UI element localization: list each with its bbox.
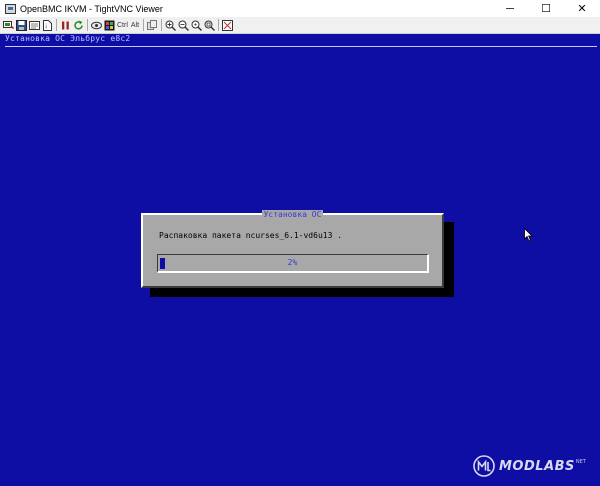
- toolbar-separator: [56, 19, 57, 31]
- remote-desktop-view[interactable]: Установка ОС Эльбрус e8c2 Установка ОС Р…: [0, 34, 600, 486]
- pause-icon[interactable]: [60, 20, 71, 31]
- toolbar-separator: [87, 19, 88, 31]
- toolbar-separator: [161, 19, 163, 31]
- close-button[interactable]: ✕: [564, 0, 600, 17]
- clipboard-icon[interactable]: [147, 19, 158, 31]
- fullscreen-icon[interactable]: [222, 19, 234, 31]
- zoom-fit-icon[interactable]: [204, 20, 216, 31]
- dialog-title: Установка ОС: [143, 210, 442, 219]
- save-icon[interactable]: [16, 19, 27, 31]
- toolbar-separator: [143, 19, 145, 31]
- zoom-100-icon[interactable]: [191, 20, 203, 31]
- viewer-toolbar: i Ctrl Alt: [0, 17, 600, 34]
- ctrl-alt-del-icon[interactable]: [91, 20, 102, 31]
- install-dialog: Установка ОС Распаковка пакета ncurses_6…: [141, 210, 444, 288]
- console-header: Установка ОС Эльбрус e8c2: [5, 34, 131, 43]
- modlabs-logo-icon: [473, 455, 495, 477]
- vnc-app-icon: [5, 3, 16, 14]
- mouse-pointer-icon: [524, 228, 533, 242]
- minimize-button[interactable]: ─: [492, 0, 528, 17]
- unpack-status-message: Распаковка пакета ncurses_6.1-vd6u13 .: [159, 231, 343, 240]
- new-connection-icon[interactable]: [3, 20, 14, 31]
- install-progress-bar: 2%: [157, 254, 429, 273]
- header-divider: [5, 46, 597, 47]
- refresh-icon[interactable]: [73, 20, 84, 31]
- zoom-out-icon[interactable]: [178, 20, 190, 31]
- connection-info-icon[interactable]: i: [42, 19, 53, 31]
- modlabs-watermark: MODLABS NET: [473, 455, 586, 477]
- toolbar-separator: [218, 19, 220, 31]
- alt-key-toggle[interactable]: Alt: [131, 22, 139, 29]
- zoom-in-icon[interactable]: [165, 20, 177, 31]
- maximize-button[interactable]: ☐: [528, 0, 564, 17]
- window-titlebar: OpenBMC IKVM - TightVNC Viewer ─ ☐ ✕: [0, 0, 600, 17]
- options-icon[interactable]: [29, 20, 40, 31]
- watermark-suffix: NET: [575, 459, 586, 465]
- progress-percent: 2%: [287, 258, 298, 267]
- ctrl-esc-icon[interactable]: [104, 20, 115, 31]
- watermark-text: MODLABS: [499, 458, 575, 474]
- ctrl-key-toggle[interactable]: Ctrl: [117, 22, 128, 29]
- dialog-title-text: Установка ОС: [261, 210, 324, 219]
- window-title: OpenBMC IKVM - TightVNC Viewer: [20, 3, 163, 14]
